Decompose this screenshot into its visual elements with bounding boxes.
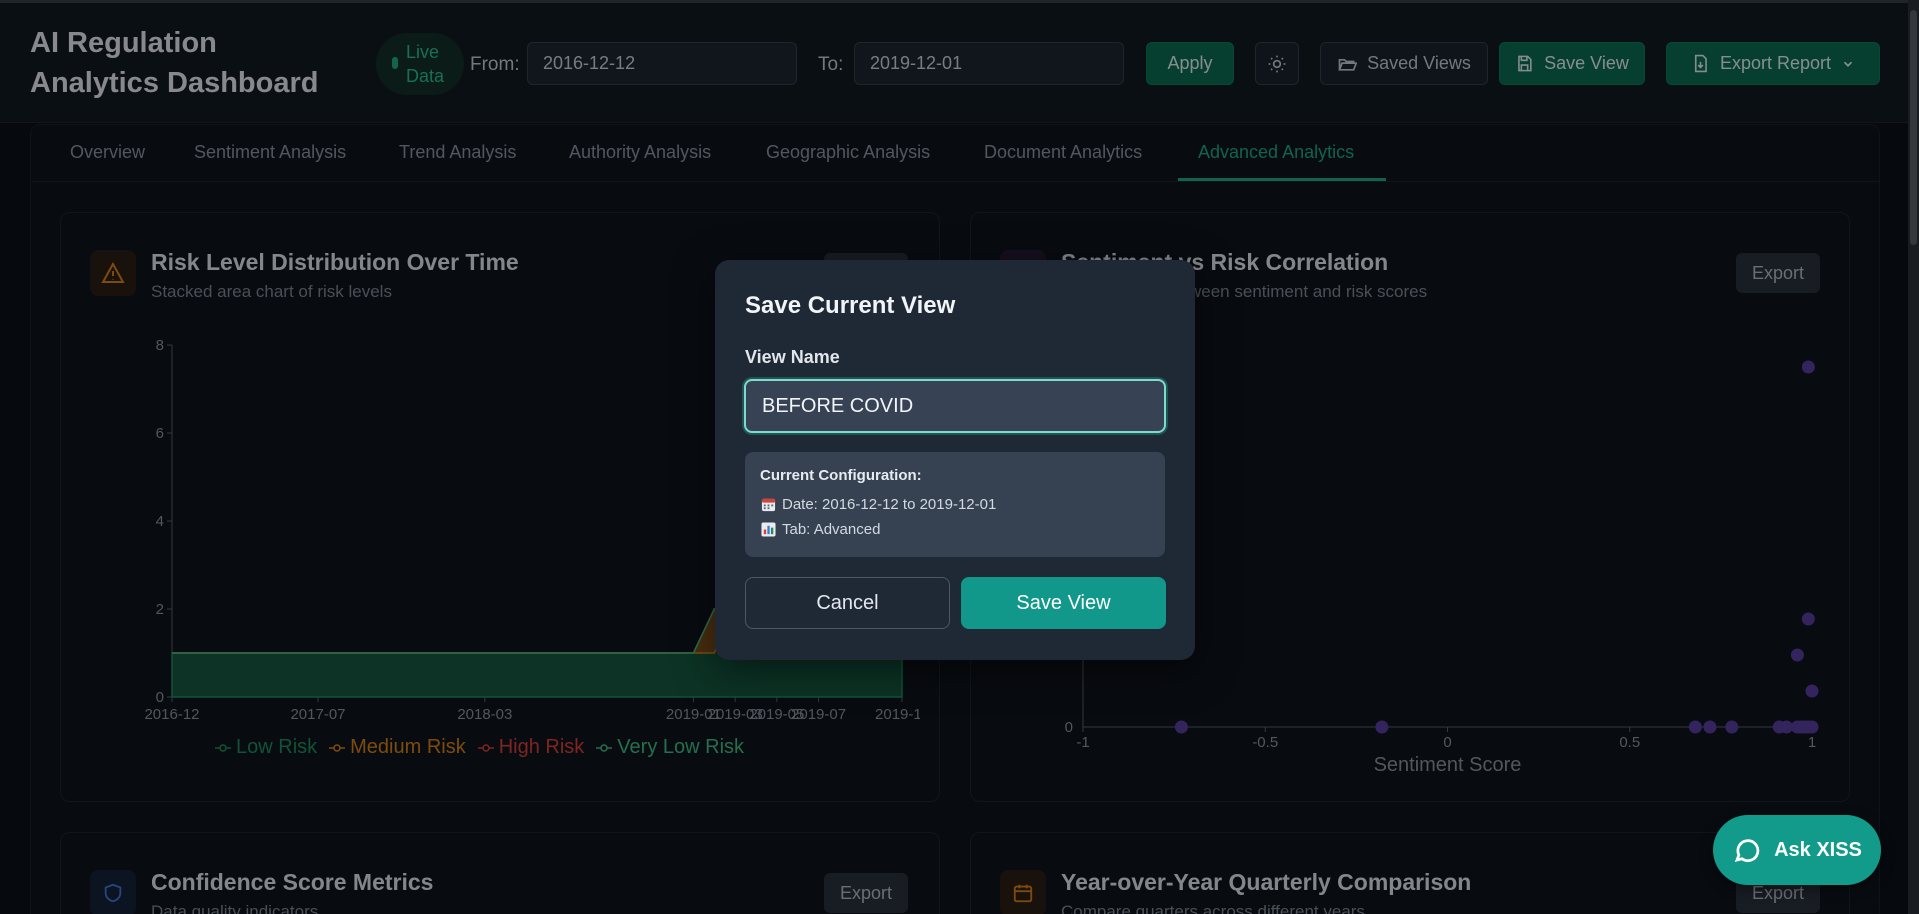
config-date-text: Date: 2016-12-12 to 2019-12-01 [782, 496, 997, 513]
bar-chart-emoji-icon [761, 522, 776, 537]
config-date-line: Date: 2016-12-12 to 2019-12-01 [761, 496, 996, 513]
save-view-modal: Save Current View View Name Current Conf… [715, 260, 1195, 660]
save-view-button[interactable]: Save View [961, 577, 1166, 629]
cancel-button[interactable]: Cancel [745, 577, 950, 629]
modal-title: Save Current View [745, 292, 956, 319]
config-title: Current Configuration: [760, 467, 922, 484]
ask-xiss-button[interactable]: Ask XISS [1713, 815, 1881, 885]
config-tab-text: Tab: Advanced [782, 521, 881, 538]
view-name-label: View Name [745, 347, 840, 367]
chat-bubble-icon [1734, 839, 1760, 862]
ask-xiss-label: Ask XISS [1774, 838, 1862, 861]
current-configuration-box: Current Configuration: Date: 2016-12-12 … [745, 452, 1165, 557]
config-tab-line: Tab: Advanced [761, 521, 880, 538]
calendar-emoji-icon [761, 498, 776, 512]
view-name-input[interactable] [744, 379, 1166, 433]
